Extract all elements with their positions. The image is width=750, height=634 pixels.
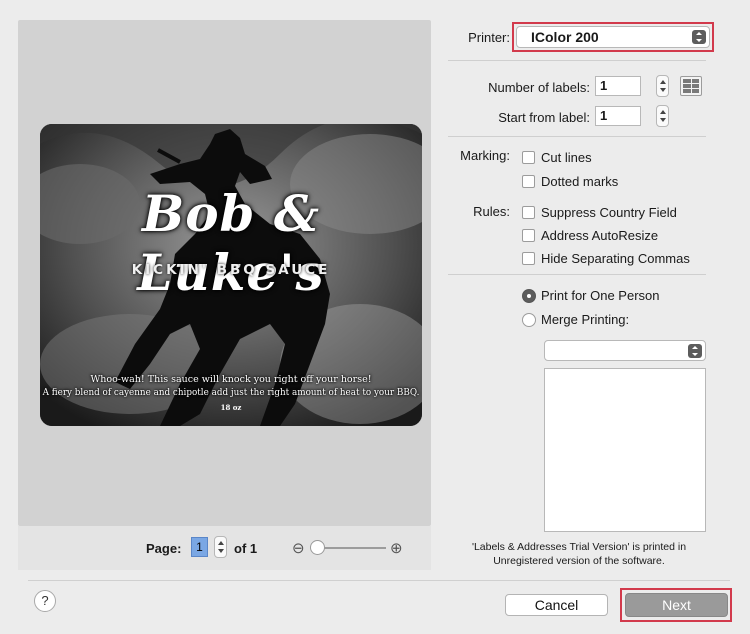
footer-divider <box>28 580 730 581</box>
printer-label: Printer: <box>468 30 510 45</box>
divider <box>448 136 706 137</box>
merge-source-select[interactable] <box>544 340 706 361</box>
page-navigation-bar: Page: 1 of 1 ⊖ ⊕ <box>18 526 431 570</box>
divider <box>448 274 706 275</box>
print-one-person-label: Print for One Person <box>541 288 660 303</box>
label-size: 18 oz <box>220 403 242 412</box>
start-from-label-label: Start from label: <box>498 110 590 125</box>
page-number-field[interactable]: 1 <box>191 537 208 557</box>
merge-records-list[interactable] <box>544 368 706 532</box>
dotted-marks-label: Dotted marks <box>541 174 619 189</box>
label-title: Bob & Luke's <box>137 184 325 302</box>
merge-printing-radio[interactable] <box>522 313 536 327</box>
print-one-person-radio[interactable] <box>522 289 536 303</box>
dotted-marks-checkbox[interactable] <box>522 175 535 188</box>
zoom-in-icon[interactable]: ⊕ <box>390 539 403 557</box>
page-label: Page: <box>146 541 182 556</box>
select-arrows-icon <box>688 344 702 358</box>
cancel-button[interactable]: Cancel <box>505 594 608 616</box>
label-grid-icon[interactable] <box>680 76 702 96</box>
merge-printing-label: Merge Printing: <box>541 312 630 327</box>
divider <box>448 60 706 61</box>
start-from-label-field[interactable]: 1 <box>595 106 641 126</box>
hide-separating-commas-checkbox[interactable] <box>522 252 535 265</box>
label-tagline: Whoo-wah! This sauce will knock you righ… <box>90 374 372 385</box>
suppress-country-label: Suppress Country Field <box>541 205 677 220</box>
cut-lines-checkbox[interactable] <box>522 151 535 164</box>
number-of-labels-label: Number of labels: <box>488 80 590 95</box>
number-of-labels-field[interactable]: 1 <box>595 76 641 96</box>
marking-label: Marking: <box>460 148 510 163</box>
label-preview-panel: Bob & Luke's KICKIN' BBQ SAUCE Whoo-wah!… <box>18 20 431 526</box>
suppress-country-checkbox[interactable] <box>522 206 535 219</box>
label-preview-card: Bob & Luke's KICKIN' BBQ SAUCE Whoo-wah!… <box>40 124 422 426</box>
address-autoresize-label: Address AutoResize <box>541 228 659 243</box>
help-icon[interactable]: ? <box>34 590 56 612</box>
label-subtitle: KICKIN' BBQ SAUCE <box>131 262 331 278</box>
cut-lines-label: Cut lines <box>541 150 592 165</box>
page-count: of 1 <box>234 541 258 556</box>
hide-separating-commas-label: Hide Separating Commas <box>541 251 690 266</box>
number-of-labels-stepper-icon[interactable] <box>656 75 669 97</box>
zoom-slider-knob[interactable] <box>310 540 325 555</box>
print-settings-panel: Printer: IColor 200 Number of labels: 1 … <box>440 20 716 580</box>
zoom-out-icon[interactable]: ⊖ <box>292 539 305 557</box>
printer-highlight-box <box>512 22 714 52</box>
next-highlight-box <box>620 588 732 622</box>
rules-label: Rules: <box>473 204 510 219</box>
page-stepper-icon[interactable] <box>214 536 227 558</box>
start-from-label-stepper-icon[interactable] <box>656 105 669 127</box>
address-autoresize-checkbox[interactable] <box>522 229 535 242</box>
label-description: A fiery blend of cayenne and chipotle ad… <box>42 388 420 398</box>
trial-version-note: 'Labels & Addresses Trial Version' is pr… <box>471 541 687 567</box>
